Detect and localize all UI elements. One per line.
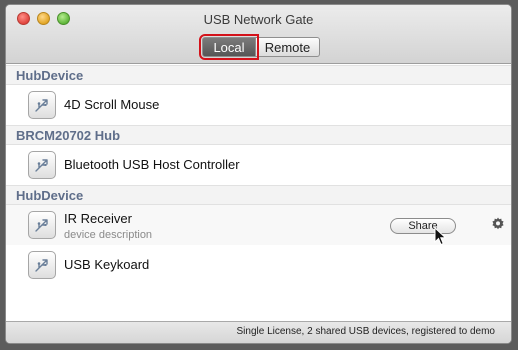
group-header: BRCM20702 Hub (6, 125, 511, 145)
app-window: USB Network Gate Local Remote HubDevice … (5, 4, 512, 344)
tab-local[interactable]: Local (199, 34, 259, 60)
device-row-ir-receiver[interactable]: IR Receiver device description Share (6, 205, 511, 246)
device-list: HubDevice 4D Scroll Mouse BRCM20702 Hub … (6, 65, 511, 285)
usb-icon (28, 211, 56, 239)
device-name: USB Keykoard (64, 257, 150, 272)
mouse-cursor-icon (434, 227, 447, 246)
device-name: IR Receiver (64, 211, 132, 226)
local-remote-segmented-control: Local Remote (199, 34, 320, 60)
usb-icon (28, 251, 56, 279)
device-description: device description (64, 229, 153, 241)
usb-icon (28, 91, 56, 119)
status-bar: Single License, 2 shared USB devices, re… (6, 321, 511, 343)
gear-icon[interactable] (490, 216, 506, 232)
device-row-usb-keykoard[interactable]: USB Keykoard (6, 245, 511, 285)
device-row-4d-scroll-mouse[interactable]: 4D Scroll Mouse (6, 85, 511, 125)
device-name: 4D Scroll Mouse (64, 97, 160, 112)
window-title: USB Network Gate (203, 12, 314, 27)
group-header: HubDevice (6, 65, 511, 85)
license-status-text: Single License, 2 shared USB devices, re… (236, 326, 495, 337)
group-header: HubDevice (6, 185, 511, 205)
device-name: Bluetooth USB Host Controller (64, 157, 240, 172)
title-bar: USB Network Gate Local Remote (6, 5, 511, 64)
usb-icon (28, 151, 56, 179)
tab-remote[interactable]: Remote (256, 37, 320, 57)
device-row-bluetooth-usb-host-controller[interactable]: Bluetooth USB Host Controller (6, 145, 511, 185)
